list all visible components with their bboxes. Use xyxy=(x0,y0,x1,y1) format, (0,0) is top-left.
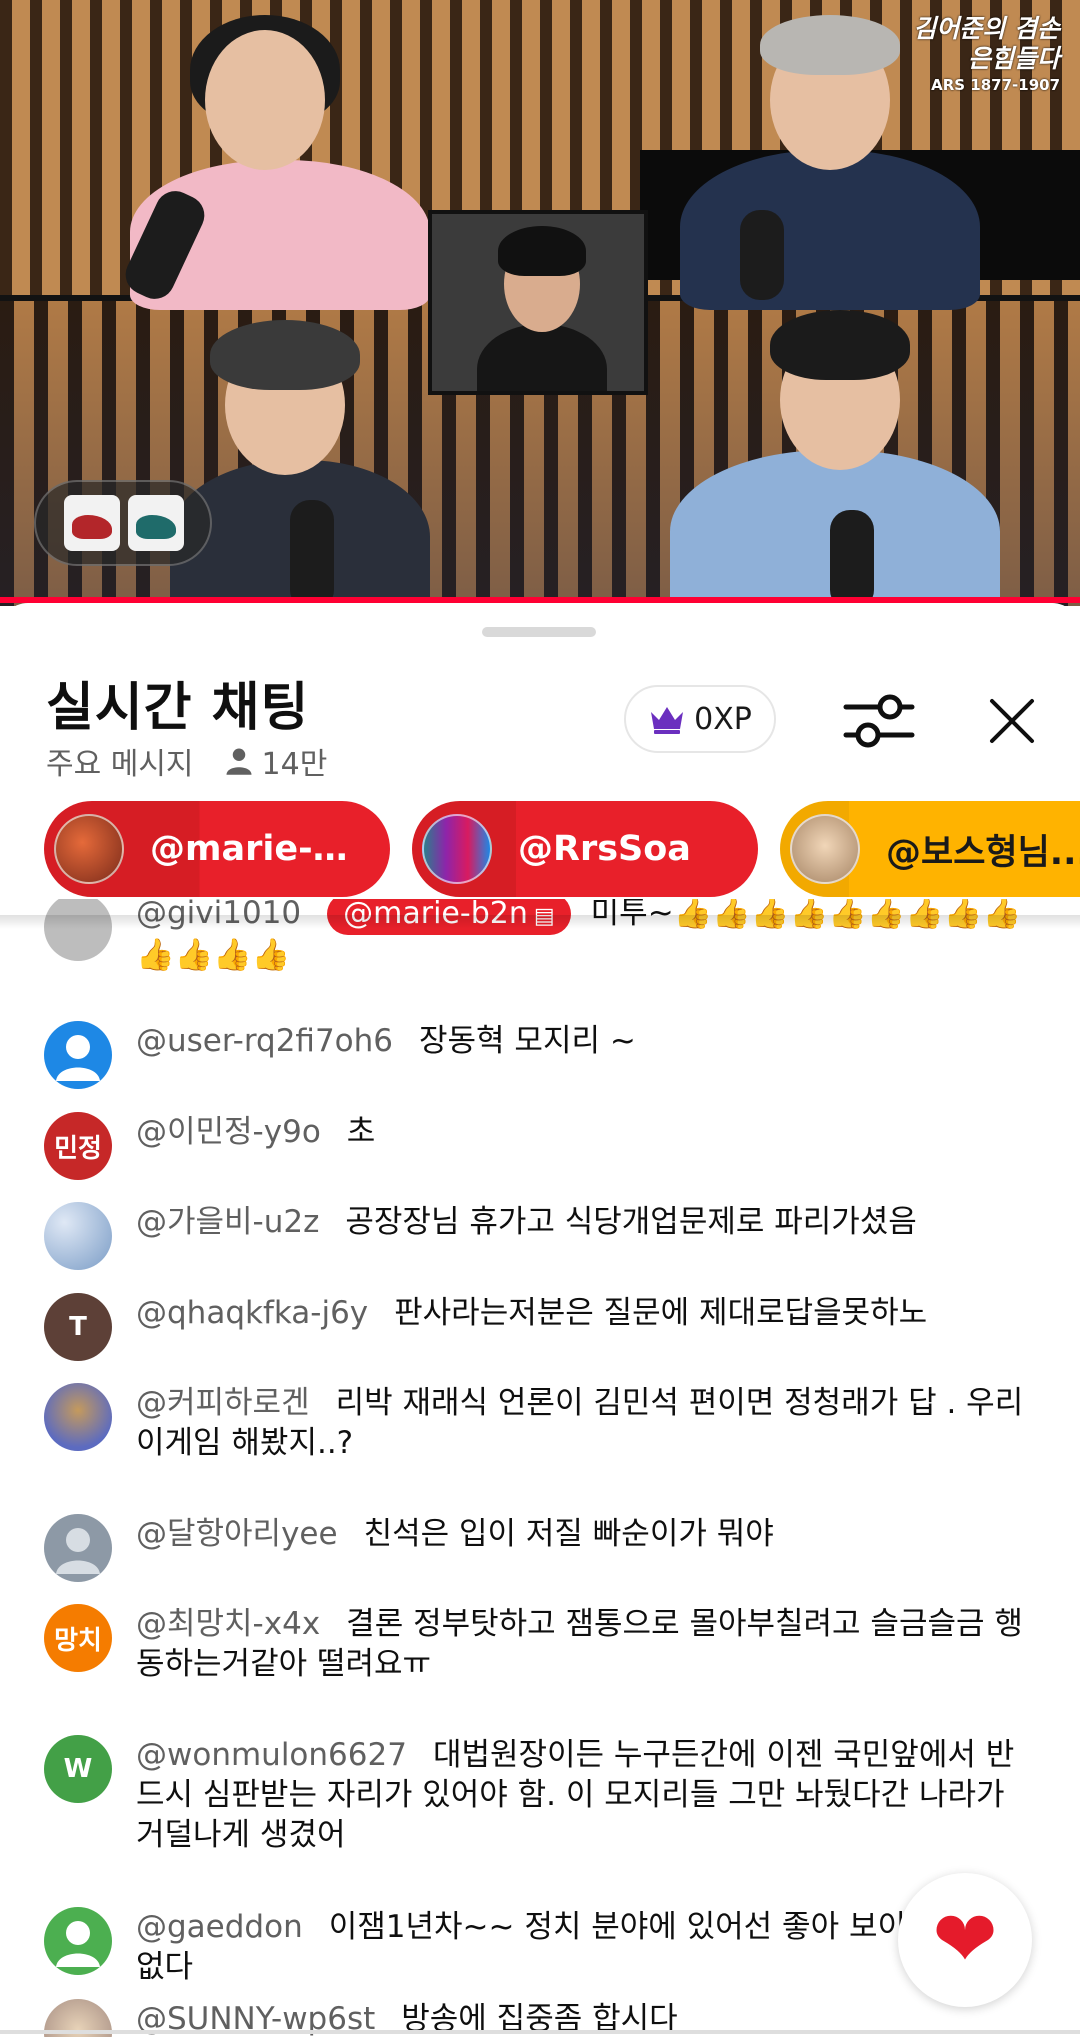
heart-reaction-button[interactable]: ❤ xyxy=(898,1873,1032,2007)
avatar xyxy=(422,814,492,884)
live-chat-panel: 실시간 채팅 주요 메시지 14만 0XP @marie-b... @RrsSo… xyxy=(0,603,1080,2037)
chat-message: @달항아리yee 친석은 입이 저질 빠순이가 뭐야 xyxy=(44,1514,1034,1582)
chat-message: @gaeddon 이잼1년차~~ 정치 분야에 있어선 좋아 보이는게 없다 xyxy=(44,1907,1034,1987)
chat-mode-dropdown[interactable]: 주요 메시지 xyxy=(46,739,194,783)
panelist-4-hair xyxy=(770,310,910,380)
avatar xyxy=(54,814,124,884)
bottom-divider xyxy=(0,2030,1080,2034)
avatar xyxy=(44,1514,112,1582)
message-author[interactable]: @wonmulon6627 xyxy=(136,1737,407,1773)
pinned-supporter-name: @보스형님... xyxy=(886,832,1080,873)
person-icon xyxy=(226,748,252,775)
panelist-2 xyxy=(680,150,980,310)
pinned-supporter-chip[interactable]: @marie-b... xyxy=(44,801,390,897)
chat-message-list[interactable]: @givi1010@marie-b2n▤미투~👍👍👍👍👍👍👍👍👍👍👍👍👍 @us… xyxy=(0,899,1080,2037)
message-author[interactable]: @qhaqkfka-j6y xyxy=(136,1295,368,1331)
avatar: W xyxy=(44,1735,112,1803)
viewer-count-value: 14만 xyxy=(261,747,328,782)
avatar xyxy=(44,1021,112,1089)
pinned-supporter-chip[interactable]: @보스형님... xyxy=(780,801,1080,897)
drag-handle[interactable] xyxy=(482,627,596,637)
avatar: 망치 xyxy=(44,1604,112,1672)
default-user-icon xyxy=(56,1528,100,1574)
chat-title: 실시간 채팅 xyxy=(46,678,310,738)
channel-logo: 김어준의 겸손은힘들다 ARS 1877-1907 xyxy=(910,14,1060,94)
avatar: T xyxy=(44,1293,112,1361)
close-icon[interactable] xyxy=(982,691,1042,751)
heart-icon: ❤ xyxy=(932,1895,998,1985)
microphone xyxy=(830,510,874,606)
panelist-1-face xyxy=(205,30,325,170)
chat-message: W @wonmulon6627 대법원장이든 누구든간에 이젠 국민앞에서 반드시… xyxy=(44,1735,1034,1855)
logo-title: 김어준의 겸손은힘들다 xyxy=(913,14,1060,73)
message-author[interactable]: @최망치-x4x xyxy=(136,1606,320,1642)
default-user-icon xyxy=(56,1035,100,1081)
avatar: 민정 xyxy=(44,1112,112,1180)
message-author[interactable]: @이민정-y9o xyxy=(136,1114,321,1150)
avatar xyxy=(44,1383,112,1451)
microphone xyxy=(290,500,334,606)
header-divider xyxy=(0,915,1080,929)
viewer-count: 14만 xyxy=(224,739,328,783)
message-text: 장동혁 모지리 ~ xyxy=(419,1023,636,1059)
avatar xyxy=(790,814,860,884)
chat-message: @커피하로겐 리박 재래식 언론이 김민석 편이면 정청래가 답 . 우리 이게임… xyxy=(44,1383,1034,1463)
logo-phone: ARS 1877-1907 xyxy=(931,76,1060,94)
message-text: 공장장님 휴가고 식당개업문제로 파리가셨음 xyxy=(345,1204,917,1240)
xp-button[interactable]: 0XP xyxy=(624,685,776,753)
message-author[interactable]: @달항아리yee xyxy=(136,1516,338,1552)
panelist-3-hair xyxy=(210,320,360,390)
chat-message: 민정 @이민정-y9o 초 xyxy=(44,1112,1034,1180)
shopping-products-button[interactable] xyxy=(34,480,212,566)
message-text: 판사라는저분은 질문에 제대로답을못하노 xyxy=(394,1295,928,1331)
pinned-supporter-chip[interactable]: @RrsSoa xyxy=(412,801,758,897)
chat-message: @user-rq2fi7oh6 장동혁 모지리 ~ xyxy=(44,1021,1034,1089)
chat-message: 망치 @최망치-x4x 결론 정부탓하고 잼통으로 몰아부칠려고 슬금슬금 행동하… xyxy=(44,1604,1034,1684)
chat-message: T @qhaqkfka-j6y 판사라는저분은 질문에 제대로답을못하노 xyxy=(44,1293,1034,1361)
microphone xyxy=(740,210,784,300)
default-user-icon xyxy=(56,1921,100,1967)
pinned-supporter-name: @marie-b... xyxy=(150,829,370,869)
message-author[interactable]: @가을비-u2z xyxy=(136,1204,319,1240)
message-text: 친석은 입이 저질 빠순이가 뭐야 xyxy=(363,1516,774,1552)
video-player[interactable]: 김어준의 겸손은힘들다 ARS 1877-1907 xyxy=(0,0,1080,606)
message-author[interactable]: @커피하로겐 xyxy=(136,1385,310,1421)
tune-icon[interactable] xyxy=(842,689,916,753)
avatar xyxy=(44,1202,112,1270)
pinned-supporter-name: @RrsSoa xyxy=(518,829,691,869)
product-thumbnail xyxy=(128,495,184,551)
avatar xyxy=(44,1907,112,1975)
chat-message: @givi1010@marie-b2n▤미투~👍👍👍👍👍👍👍👍👍👍👍👍👍 xyxy=(44,899,1034,975)
message-text: 초 xyxy=(346,1114,376,1150)
host-inset-video xyxy=(428,210,648,395)
product-thumbnail xyxy=(64,495,120,551)
message-author[interactable]: @user-rq2fi7oh6 xyxy=(136,1023,393,1059)
message-author[interactable]: @gaeddon xyxy=(136,1909,303,1945)
xp-label: 0XP xyxy=(694,701,752,737)
pinned-supporters-row: @marie-b... @RrsSoa @보스형님... xyxy=(44,801,1080,897)
crown-icon xyxy=(651,707,684,734)
avatar xyxy=(44,899,112,961)
chat-message: @가을비-u2z 공장장님 휴가고 식당개업문제로 파리가셨음 xyxy=(44,1202,1034,1270)
panelist-2-hair xyxy=(760,15,900,75)
